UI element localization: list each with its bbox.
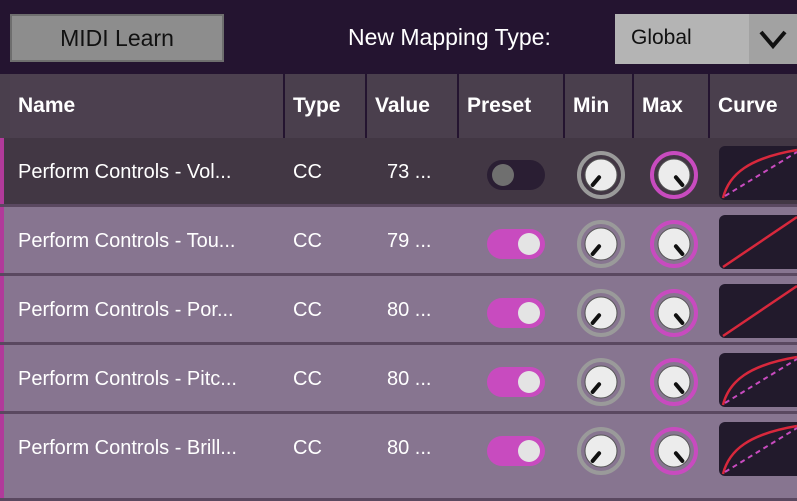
curve-line <box>722 215 797 269</box>
max-knob-icon[interactable] <box>647 424 701 478</box>
toggle-thumb <box>518 233 540 255</box>
chevron-down-icon[interactable] <box>749 14 797 64</box>
row-accent-bar <box>0 345 4 414</box>
row-accent-bar <box>0 138 4 207</box>
table-row[interactable]: Perform Controls - Vol... CC 73 ... <box>0 138 797 207</box>
row-accent-bar <box>0 207 4 276</box>
preset-toggle[interactable] <box>487 160 545 190</box>
toolbar: MIDI Learn New Mapping Type: Global <box>0 0 797 74</box>
column-header-value[interactable]: Value <box>367 74 459 138</box>
mapping-value: 80 ... <box>387 299 432 321</box>
curve-preview[interactable] <box>719 422 797 476</box>
mapping-type-dropdown[interactable]: Global <box>615 14 797 64</box>
mapping-name: Perform Controls - Brill... <box>18 437 237 459</box>
min-knob-icon[interactable] <box>574 286 628 340</box>
table-row[interactable]: Perform Controls - Brill... CC 80 ... <box>0 414 797 501</box>
max-knob-icon[interactable] <box>647 148 701 202</box>
curve-graph <box>721 355 797 406</box>
mapping-value: 80 ... <box>387 437 432 459</box>
midi-mapping-panel: MIDI Learn New Mapping Type: Global Name… <box>0 0 797 501</box>
toggle-thumb <box>518 371 540 393</box>
min-knob-icon[interactable] <box>574 424 628 478</box>
column-header-type[interactable]: Type <box>285 74 367 138</box>
mapping-type-value: Global <box>631 26 692 49</box>
toggle-thumb <box>492 164 514 186</box>
mapping-type: CC <box>293 437 322 459</box>
curve-graph <box>721 424 797 475</box>
table-row[interactable]: Perform Controls - Pitc... CC 80 ... <box>0 345 797 414</box>
mapping-type: CC <box>293 161 322 183</box>
column-header-min[interactable]: Min <box>565 74 634 138</box>
max-knob-icon[interactable] <box>647 286 701 340</box>
row-accent-bar <box>0 414 4 501</box>
table-row[interactable]: Perform Controls - Por... CC 80 ... <box>0 276 797 345</box>
toggle-thumb <box>518 302 540 324</box>
toggle-thumb <box>518 440 540 462</box>
preset-toggle[interactable] <box>487 229 545 259</box>
mapping-type: CC <box>293 368 322 390</box>
curve-line <box>722 284 797 338</box>
mapping-type: CC <box>293 299 322 321</box>
column-header-name[interactable]: Name <box>10 74 285 138</box>
mapping-value: 73 ... <box>387 161 432 183</box>
row-accent-bar <box>0 276 4 345</box>
mapping-name: Perform Controls - Por... <box>18 299 234 321</box>
min-knob-icon[interactable] <box>574 217 628 271</box>
preset-toggle[interactable] <box>487 367 545 397</box>
mapping-type: CC <box>293 230 322 252</box>
curve-preview[interactable] <box>719 215 797 269</box>
mapping-name: Perform Controls - Vol... <box>18 161 232 183</box>
column-header-preset[interactable]: Preset <box>459 74 565 138</box>
curve-graph <box>722 215 797 269</box>
preset-toggle[interactable] <box>487 436 545 466</box>
mapping-value: 79 ... <box>387 230 432 252</box>
preset-toggle[interactable] <box>487 298 545 328</box>
mapping-name: Perform Controls - Tou... <box>18 230 236 252</box>
curve-preview[interactable] <box>719 146 797 200</box>
column-header-curve[interactable]: Curve <box>710 74 797 138</box>
curve-preview[interactable] <box>719 353 797 407</box>
mapping-name: Perform Controls - Pitc... <box>18 368 237 390</box>
curve-graph <box>722 284 797 338</box>
new-mapping-type-label: New Mapping Type: <box>348 24 551 50</box>
mapping-value: 80 ... <box>387 368 432 390</box>
min-knob-icon[interactable] <box>574 148 628 202</box>
max-knob-icon[interactable] <box>647 355 701 409</box>
min-knob-icon[interactable] <box>574 355 628 409</box>
table-row[interactable]: Perform Controls - Tou... CC 79 ... <box>0 207 797 276</box>
curve-preview[interactable] <box>719 284 797 338</box>
table-header: Name Type Value Preset Min Max Curve <box>0 74 797 138</box>
column-header-max[interactable]: Max <box>634 74 710 138</box>
curve-graph <box>721 148 797 199</box>
max-knob-icon[interactable] <box>647 217 701 271</box>
midi-learn-button[interactable]: MIDI Learn <box>10 14 224 62</box>
